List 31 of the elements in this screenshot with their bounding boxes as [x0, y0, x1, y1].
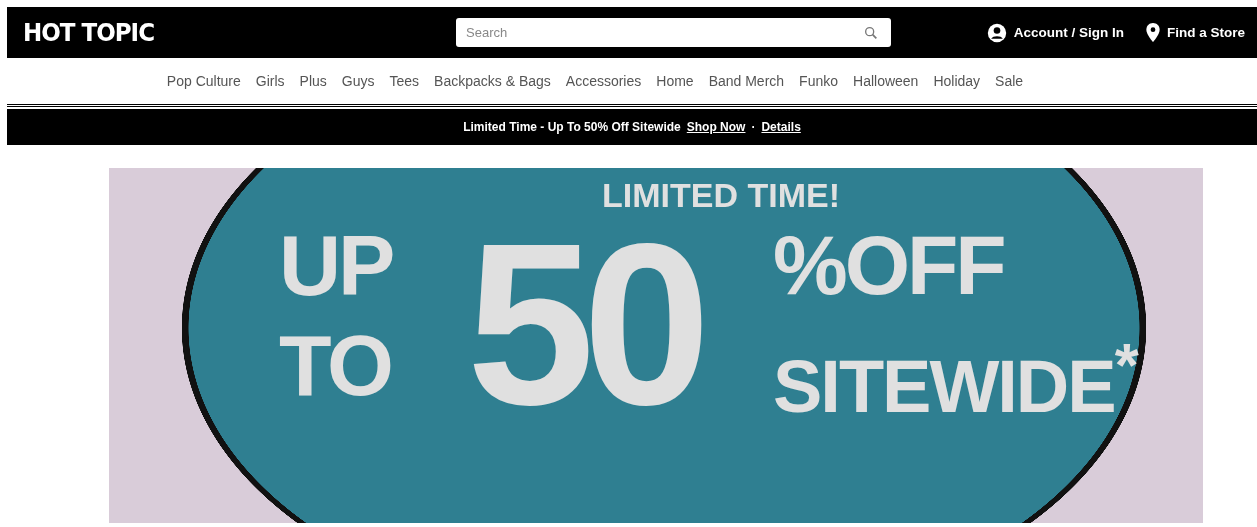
hero-text: UP	[279, 216, 394, 315]
nav-link[interactable]: Tees	[389, 73, 420, 89]
promo-link[interactable]: Details	[761, 120, 801, 134]
nav-link[interactable]: Funko	[799, 73, 839, 89]
account-link[interactable]: Account / Sign In	[986, 22, 1124, 43]
nav-link[interactable]: Plus	[299, 73, 327, 89]
hero-headline: LIMITED TIME!	[602, 176, 840, 215]
hero-text: SITEWIDE$^{*}$	[772, 329, 1139, 430]
nav-link[interactable]: Halloween	[853, 73, 919, 89]
location-pin-icon	[1146, 23, 1160, 42]
nav-link[interactable]: Band Merch	[708, 73, 785, 89]
nav-link[interactable]: Girls	[255, 73, 285, 89]
logo[interactable]: HOT TOPIC	[23, 18, 155, 47]
nav-link[interactable]: Home	[656, 73, 694, 89]
hero-text: TO	[279, 316, 392, 415]
search-field[interactable]: Search	[456, 18, 892, 47]
nav-link[interactable]: Sale	[995, 73, 1024, 89]
hero-amount: 50	[466, 215, 700, 437]
search-icon[interactable]	[863, 25, 880, 41]
nav-link[interactable]: Backpacks & Bags	[434, 73, 551, 89]
nav-link[interactable]: Guys	[341, 73, 375, 89]
separator-dot: ·	[751, 120, 756, 134]
hero-percent: %	[772, 217, 845, 314]
hero-text: OFF	[844, 217, 1004, 314]
nav-link[interactable]: Holiday	[933, 73, 981, 89]
promo-link[interactable]: Shop Now	[686, 120, 746, 134]
nav-link[interactable]: Pop Culture	[166, 73, 241, 89]
promo-text: Limited Time - Up To 50% Off Sitewide	[463, 120, 681, 134]
find-store-link[interactable]: Find a Store	[1146, 23, 1245, 42]
user-icon	[986, 22, 1007, 43]
nav-link[interactable]: Accessories	[565, 73, 642, 89]
